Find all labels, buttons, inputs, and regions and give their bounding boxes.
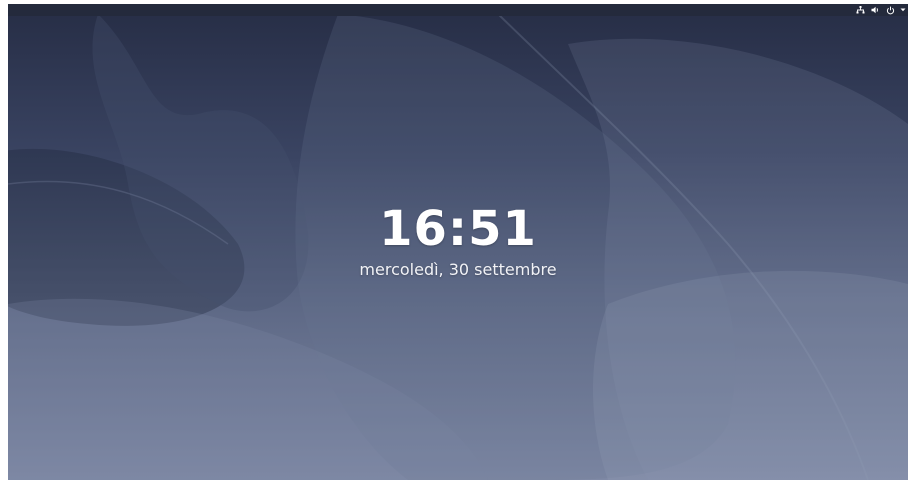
- clock-date: mercoledì, 30 settembre: [359, 260, 557, 279]
- volume-icon[interactable]: [870, 5, 880, 15]
- system-status-area[interactable]: [855, 4, 906, 16]
- lock-screen[interactable]: 16:51 mercoledì, 30 settembre: [8, 4, 908, 480]
- power-icon[interactable]: [885, 5, 895, 15]
- clock-time: 16:51: [379, 201, 537, 257]
- wallpaper-shape: [593, 270, 908, 480]
- dropdown-arrow-icon[interactable]: [900, 5, 906, 15]
- top-bar: [8, 4, 908, 16]
- lock-screen-clock: 16:51 mercoledì, 30 settembre: [8, 202, 908, 280]
- network-icon[interactable]: [855, 5, 865, 15]
